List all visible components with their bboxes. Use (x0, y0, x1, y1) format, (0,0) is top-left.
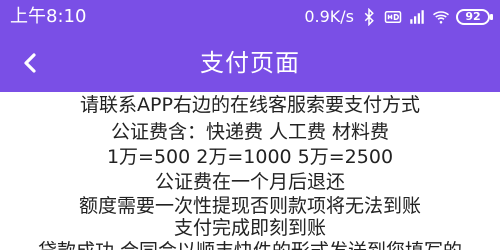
notice-line-3: 1万=500 2万=1000 5万=2500 (106, 146, 394, 168)
status-bar: 上午8:10 0.9K/s 92 (0, 0, 500, 34)
page-title: 支付页面 (200, 49, 300, 77)
hd-icon (384, 11, 402, 23)
payment-notice: 请联系APP右边的在线客服索要支付方式 公证费含：快递费 人工费 材料费 1万=… (0, 92, 500, 250)
wifi-icon (433, 11, 449, 24)
notice-line-6: 支付完成即刻到账 (173, 217, 326, 239)
notice-line-7: 贷款成功 合同会以顺丰快件的形式发送到您填写的 (0, 241, 500, 250)
notice-line-1: 请联系APP右边的在线客服索要支付方式 (80, 94, 420, 116)
status-time: 上午8:10 (10, 6, 87, 27)
bluetooth-icon (364, 8, 374, 26)
signal-icon (410, 10, 424, 24)
notice-line-2: 公证费含：快递费 人工费 材料费 (110, 121, 390, 143)
notice-line-5: 额度需要一次性提现否则款项将无法到账 (78, 195, 421, 217)
battery-level: 92 (465, 10, 481, 23)
battery-icon: 92 (456, 9, 493, 25)
status-indicators: 0.9K/s 92 (304, 6, 493, 28)
app-bar: 支付页面 (0, 34, 500, 92)
notice-line-4: 公证费在一个月后退还 (154, 171, 345, 193)
network-speed: 0.9K/s (304, 7, 354, 26)
